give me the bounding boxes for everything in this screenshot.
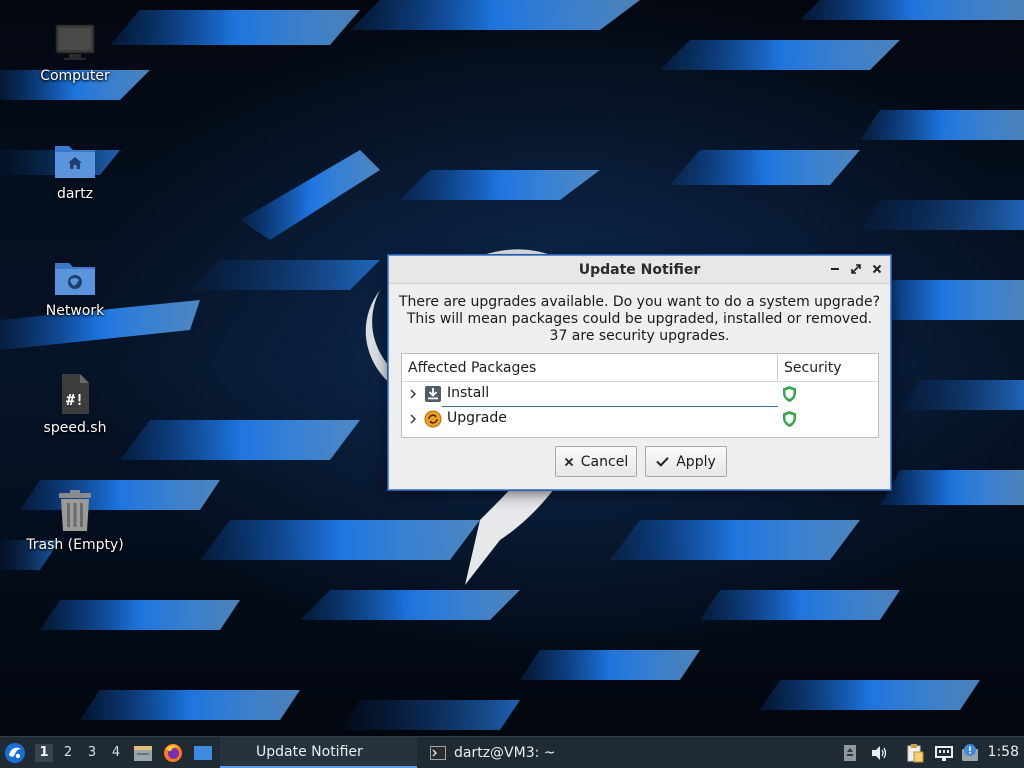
show-desktop-icon (194, 746, 212, 760)
column-divider[interactable] (777, 354, 778, 382)
close-icon (872, 264, 882, 274)
desktop-icon-network[interactable]: Network (20, 255, 130, 319)
dialog-title: Update Notifier (578, 262, 701, 278)
maximize-button[interactable] (848, 261, 864, 277)
workspace-4[interactable]: 4 (107, 744, 125, 762)
task-update-notifier[interactable]: Update Notifier (220, 737, 417, 768)
lubuntu-logo-icon (5, 743, 25, 763)
affected-packages-table: Affected Packages Security Install Upgra… (401, 353, 879, 438)
task-label: dartz@VM3: ~ (454, 744, 556, 761)
script-file-icon: #! (62, 374, 89, 414)
terminal-icon (430, 745, 446, 760)
task-terminal[interactable]: dartz@VM3: ~ (420, 737, 620, 768)
network-wired-icon (935, 746, 953, 761)
desktop-icon-label: Network (45, 303, 105, 319)
message-line: 37 are security upgrades. (549, 328, 730, 344)
desktop-icon-computer[interactable]: Computer (20, 20, 130, 84)
dialog-titlebar[interactable]: Update Notifier (389, 256, 890, 284)
firefox-launcher[interactable] (163, 737, 185, 768)
application-menu-button[interactable] (4, 737, 28, 768)
table-row-install[interactable]: Install (402, 382, 878, 407)
desktop-icon-label: speed.sh (43, 420, 107, 436)
file-manager-launcher[interactable] (133, 737, 155, 768)
home-folder-icon (55, 146, 95, 178)
removable-drive-icon (844, 745, 856, 761)
column-header-security[interactable]: Security (784, 360, 842, 376)
apply-label: Apply (676, 453, 716, 470)
svg-text:#!: #! (66, 391, 84, 409)
network-folder-icon (55, 263, 95, 295)
close-button[interactable] (869, 261, 885, 277)
minimize-button[interactable] (827, 261, 843, 277)
cancel-button[interactable]: Cancel (555, 446, 637, 477)
desktop-icon-trash[interactable]: Trash (Empty) (20, 489, 130, 553)
row-label: Upgrade (447, 410, 507, 426)
message-line: There are upgrades available. Do you wan… (398, 294, 881, 310)
update-notifier-dialog: Update Notifier There are upgrades avail… (388, 255, 891, 490)
workspace-3[interactable]: 3 (83, 744, 101, 762)
firefox-icon (164, 744, 182, 762)
shield-icon (783, 411, 796, 427)
table-header: Affected Packages Security (402, 354, 878, 382)
message-line: This will mean packages could be upgrade… (406, 311, 873, 327)
desktop-icon-home-folder[interactable]: dartz (20, 138, 130, 202)
minimize-icon (831, 268, 839, 270)
clock[interactable]: 1:58 (988, 744, 1019, 760)
workspace-2[interactable]: 2 (59, 744, 77, 762)
table-row-upgrade[interactable]: Upgrade (402, 407, 878, 432)
computer-icon (55, 24, 95, 60)
workspace-1[interactable]: 1 (35, 744, 53, 762)
show-desktop-button[interactable] (193, 737, 215, 768)
row-label: Install (447, 385, 490, 401)
column-header-affected-packages[interactable]: Affected Packages (408, 360, 536, 376)
maximize-icon (851, 264, 861, 274)
tray-clipboard[interactable] (905, 737, 927, 768)
file-manager-icon (134, 746, 152, 761)
desktop-icon-label: dartz (56, 186, 94, 202)
expander-arrow-icon[interactable] (408, 412, 418, 426)
desktop-icon-script[interactable]: #! speed.sh (20, 372, 130, 436)
expander-arrow-icon[interactable] (408, 387, 418, 401)
shield-icon (783, 386, 796, 402)
checkmark-icon (656, 457, 669, 467)
tray-update-notifier[interactable] (960, 737, 982, 768)
desktop-icon-label: Computer (40, 68, 110, 84)
taskbar: 1 2 3 4 Update Notifier dartz@VM3: ~ 1:5… (0, 736, 1024, 768)
dialog-message: There are upgrades available. Do you wan… (389, 294, 890, 345)
upgrade-icon (424, 410, 442, 428)
desktop-icon-label: Trash (Empty) (26, 537, 124, 553)
tray-volume[interactable] (870, 737, 890, 768)
cancel-x-icon (564, 457, 573, 466)
trash-icon (59, 490, 91, 531)
cancel-label: Cancel (580, 453, 629, 470)
task-label: Update Notifier (256, 743, 363, 760)
tray-network[interactable] (934, 737, 956, 768)
update-available-icon (962, 744, 978, 761)
tray-storage[interactable] (843, 737, 861, 768)
download-icon (425, 386, 441, 402)
volume-icon (872, 746, 887, 760)
clipboard-icon (907, 744, 924, 763)
apply-button[interactable]: Apply (645, 446, 727, 477)
